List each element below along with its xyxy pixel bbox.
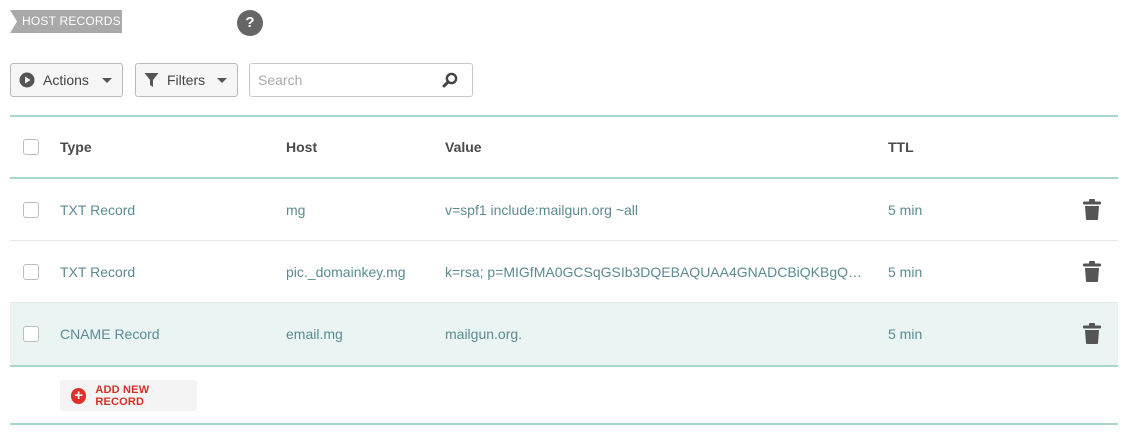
record-ttl[interactable]: 5 min bbox=[888, 202, 922, 218]
row-checkbox[interactable] bbox=[23, 202, 39, 218]
record-host[interactable]: mg bbox=[286, 202, 305, 218]
trash-icon[interactable] bbox=[1083, 323, 1101, 347]
record-ttl[interactable]: 5 min bbox=[888, 326, 922, 342]
add-new-record-button[interactable]: + ADD NEW RECORD bbox=[60, 380, 197, 411]
section-title: HOST RECORDS bbox=[10, 10, 122, 33]
filters-button[interactable]: Filters bbox=[135, 63, 238, 97]
record-host[interactable]: pic._domainkey.mg bbox=[286, 264, 406, 280]
host-records-table: Type Host Value TTL TXT Record mg v=spf1… bbox=[10, 115, 1118, 425]
table-row: CNAME Record email.mg mailgun.org. 5 min bbox=[10, 303, 1118, 365]
table-header: Type Host Value TTL bbox=[10, 117, 1118, 177]
column-header-type[interactable]: Type bbox=[60, 139, 92, 155]
trash-icon[interactable] bbox=[1083, 199, 1101, 223]
column-header-ttl[interactable]: TTL bbox=[888, 139, 914, 155]
record-ttl[interactable]: 5 min bbox=[888, 264, 922, 280]
actions-button[interactable]: Actions bbox=[10, 63, 123, 97]
add-new-record-label: ADD NEW RECORD bbox=[95, 383, 150, 408]
record-type[interactable]: TXT Record bbox=[60, 202, 135, 218]
row-checkbox[interactable] bbox=[23, 326, 39, 342]
filters-label: Filters bbox=[167, 72, 206, 88]
search-icon[interactable] bbox=[442, 72, 458, 93]
help-icon[interactable]: ? bbox=[237, 10, 263, 36]
add-record-area: + ADD NEW RECORD bbox=[10, 367, 1118, 423]
search-input[interactable] bbox=[250, 64, 430, 96]
table-row: TXT Record mg v=spf1 include:mailgun.org… bbox=[10, 179, 1118, 241]
column-header-host[interactable]: Host bbox=[286, 139, 317, 155]
trash-icon[interactable] bbox=[1083, 261, 1101, 285]
column-header-value[interactable]: Value bbox=[445, 139, 482, 155]
record-value[interactable]: k=rsa; p=MIGfMA0GCSqGSIb3DQEBAQUAA4GNADC… bbox=[445, 264, 865, 280]
funnel-icon bbox=[144, 72, 159, 88]
record-type[interactable]: CNAME Record bbox=[60, 326, 160, 342]
record-value[interactable]: mailgun.org. bbox=[445, 326, 522, 342]
record-value[interactable]: v=spf1 include:mailgun.org ~all bbox=[445, 202, 638, 218]
chevron-down-icon bbox=[102, 77, 112, 83]
table-bottom-divider bbox=[10, 423, 1118, 425]
chevron-down-icon bbox=[217, 77, 227, 83]
search-box bbox=[249, 63, 473, 97]
plus-circle-icon: + bbox=[71, 387, 87, 404]
row-checkbox[interactable] bbox=[23, 264, 39, 280]
actions-label: Actions bbox=[43, 72, 89, 88]
record-host[interactable]: email.mg bbox=[286, 326, 343, 342]
select-all-checkbox[interactable] bbox=[23, 139, 39, 155]
record-type[interactable]: TXT Record bbox=[60, 264, 135, 280]
play-circle-icon bbox=[19, 72, 35, 88]
table-row: TXT Record pic._domainkey.mg k=rsa; p=MI… bbox=[10, 241, 1118, 303]
